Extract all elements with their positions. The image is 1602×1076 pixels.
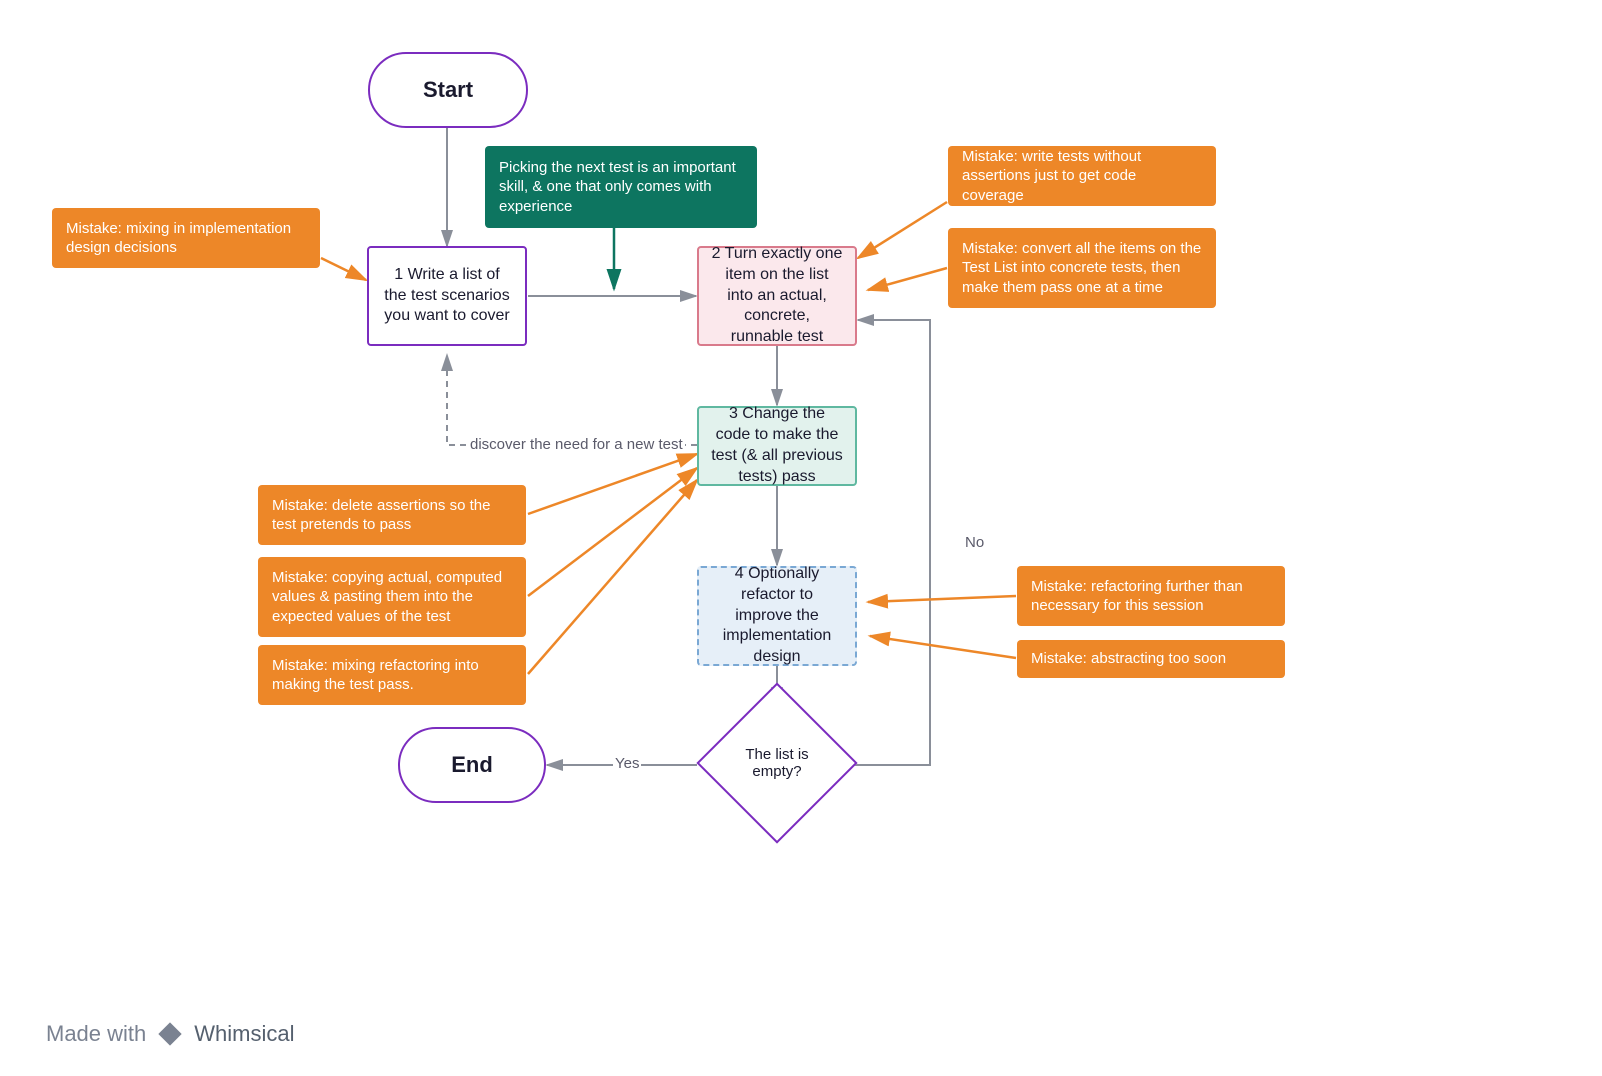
made-with-footer: Made with Whimsical bbox=[46, 1020, 295, 1048]
callout-tip-picking-test: Picking the next test is an important sk… bbox=[485, 146, 757, 228]
flowchart-canvas: Start End 1 Write a list of the test sce… bbox=[0, 0, 1602, 1076]
terminator-start: Start bbox=[368, 52, 528, 128]
footer-made-with: Made with bbox=[46, 1021, 146, 1047]
callout-mistake-abstract-early: Mistake: abstracting too soon bbox=[1017, 640, 1285, 678]
callout-mistake-mixing-design: Mistake: mixing in implementation design… bbox=[52, 208, 320, 268]
callout-mistake-copy-values: Mistake: copying actual, computed values… bbox=[258, 557, 526, 637]
decision-list-empty: The list is empty? bbox=[720, 706, 834, 820]
callout-mistake-delete-assertions: Mistake: delete assertions so the test p… bbox=[258, 485, 526, 545]
step-3-make-pass: 3 Change the code to make the test (& al… bbox=[697, 406, 857, 486]
decision-text: The list is empty? bbox=[720, 706, 834, 820]
connectors-layer bbox=[0, 0, 1602, 1076]
whimsical-logo-icon bbox=[156, 1020, 184, 1048]
edge-label-no: No bbox=[963, 534, 986, 551]
callout-mistake-all-tests-first: Mistake: convert all the items on the Te… bbox=[948, 228, 1216, 308]
callout-mistake-no-assertions: Mistake: write tests without assertions … bbox=[948, 146, 1216, 206]
callout-mistake-mix-refactor: Mistake: mixing refactoring into making … bbox=[258, 645, 526, 705]
callout-mistake-over-refactor: Mistake: refactoring further than necess… bbox=[1017, 566, 1285, 626]
step-2-one-test: 2 Turn exactly one item on the list into… bbox=[697, 246, 857, 346]
edge-label-discover: discover the need for a new test bbox=[468, 436, 685, 453]
edge-label-yes: Yes bbox=[613, 755, 641, 772]
step-1-write-scenarios: 1 Write a list of the test scenarios you… bbox=[367, 246, 527, 346]
footer-brand: Whimsical bbox=[194, 1021, 294, 1047]
terminator-end: End bbox=[398, 727, 546, 803]
step-4-refactor: 4 Optionally refactor to improve the imp… bbox=[697, 566, 857, 666]
